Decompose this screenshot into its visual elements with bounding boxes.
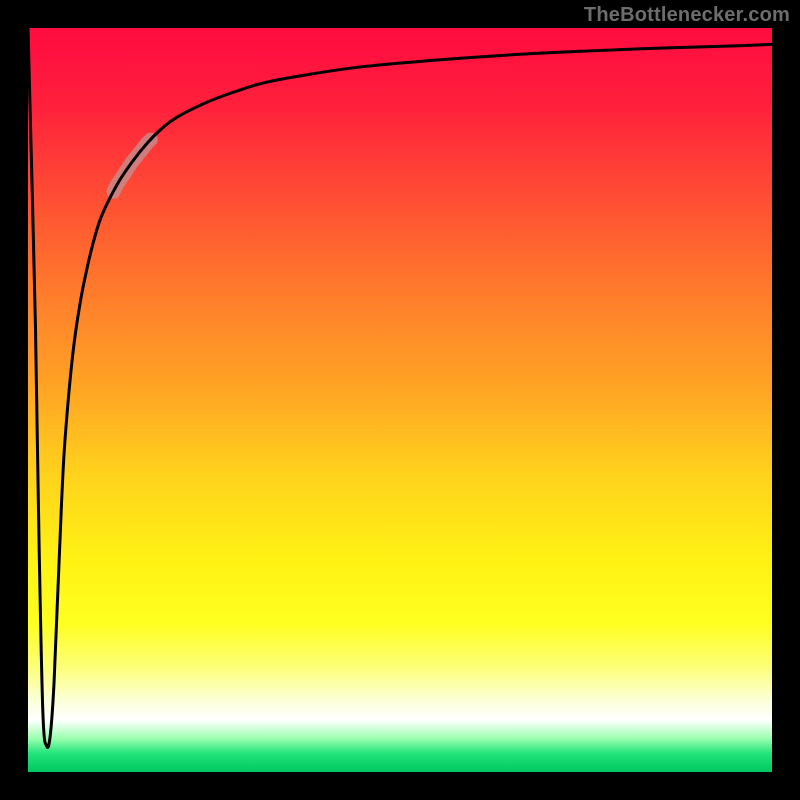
plot-area: [28, 28, 772, 772]
background-gradient: [28, 28, 772, 772]
watermark-text: TheBottlenecker.com: [584, 4, 790, 27]
chart-frame: TheBottlenecker.com: [0, 0, 800, 800]
